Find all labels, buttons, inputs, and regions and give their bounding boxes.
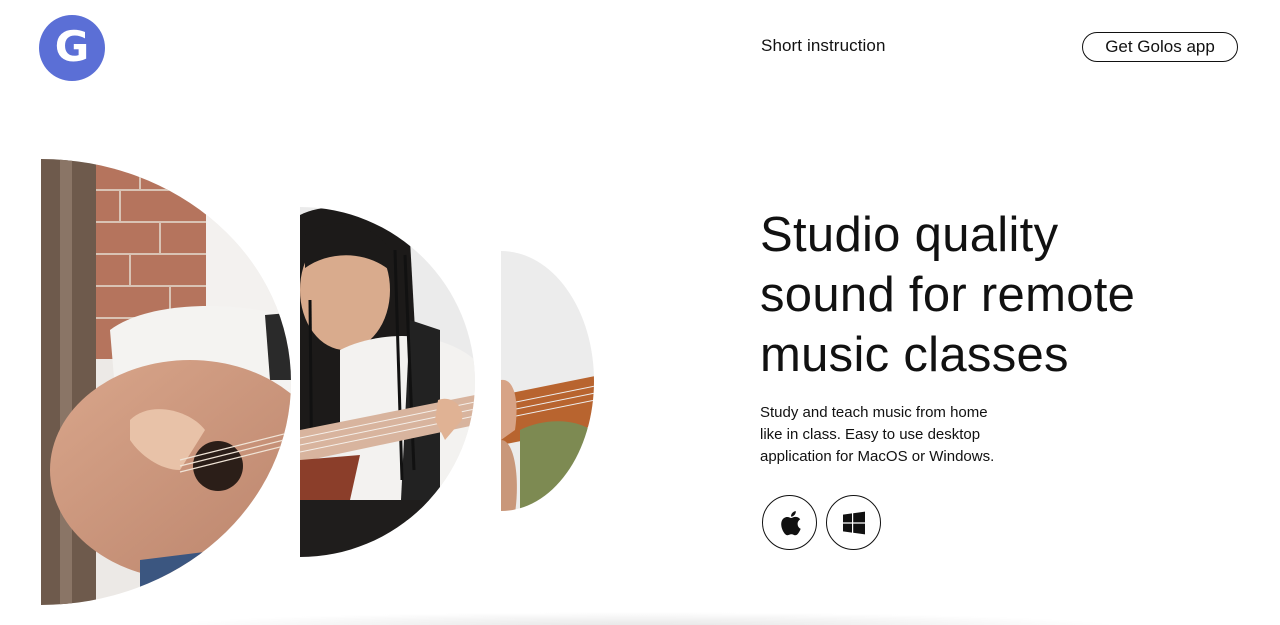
download-windows-button[interactable] xyxy=(826,495,881,550)
hero-headline: Studio quality sound for remote music cl… xyxy=(760,205,1260,385)
download-macos-button[interactable] xyxy=(762,495,817,550)
description-line-3: application for MacOS or Windows. xyxy=(760,448,995,465)
headline-line-3: music classes xyxy=(760,328,1069,382)
hero-illustration xyxy=(41,159,594,605)
landing-page: G Short instruction Get Golos app Studio… xyxy=(0,0,1280,625)
description-line-2: like in class. Easy to use desktop xyxy=(760,426,981,443)
get-app-button[interactable]: Get Golos app xyxy=(1082,32,1238,62)
apple-icon xyxy=(780,510,801,535)
photo-slice-3 xyxy=(501,251,594,511)
headline-line-2: sound for remote xyxy=(760,268,1136,322)
photo-slice-1 xyxy=(41,159,291,605)
description-line-1: Study and teach music from home xyxy=(760,404,988,421)
windows-icon xyxy=(842,511,865,534)
hero-description: Study and teach music from home like in … xyxy=(760,402,1050,468)
photo-slice-2 xyxy=(300,207,475,557)
headline-line-1: Studio quality xyxy=(760,208,1059,262)
nav-link-short-instruction[interactable]: Short instruction xyxy=(761,36,886,56)
